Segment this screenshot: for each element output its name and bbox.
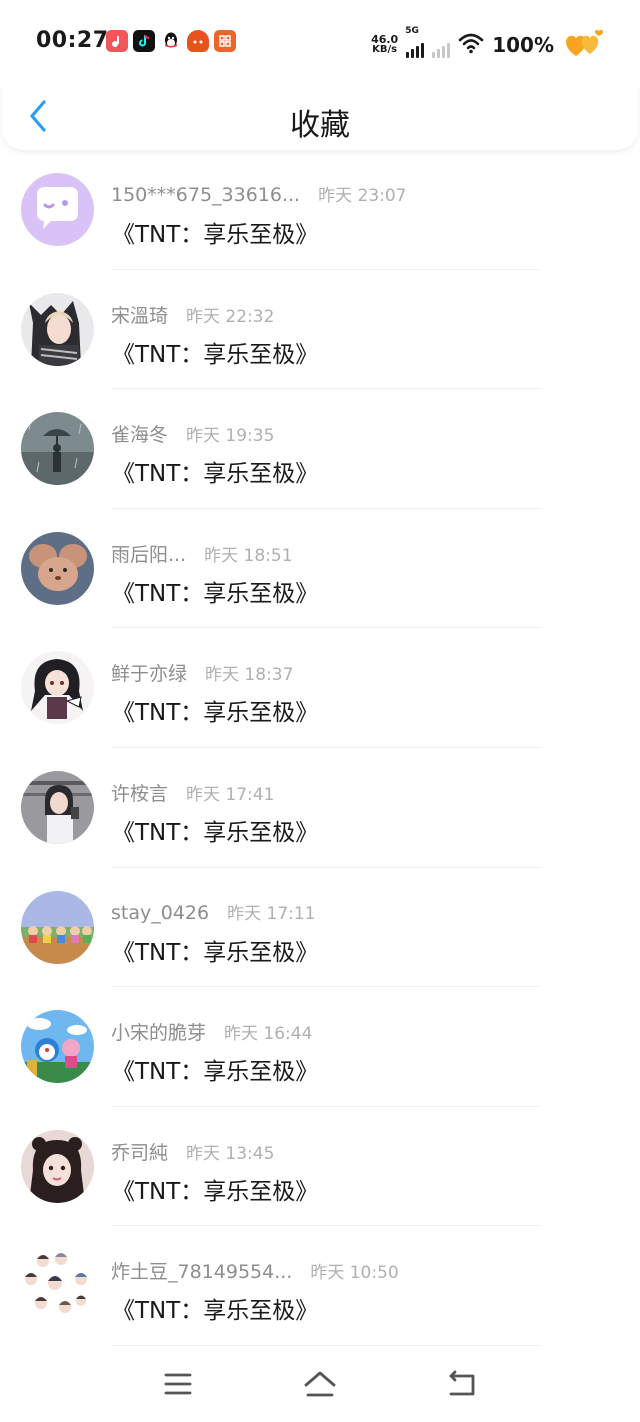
signal-secondary-icon (432, 40, 451, 58)
favorite-title: 《TNT：享乐至极》 (112, 819, 319, 846)
music-app-icon (106, 30, 128, 52)
calendar-app-icon (214, 30, 236, 52)
username: 许桉言 (111, 782, 169, 805)
qq-icon (160, 30, 182, 52)
timestamp: 昨天 17:41 (186, 784, 275, 805)
list-item[interactable]: 小宋的脆芽 昨天 16:44 《TNT：享乐至极》 (0, 987, 640, 1107)
avatar[interactable] (21, 651, 94, 725)
status-clock: 00:27 (36, 28, 109, 53)
favorite-title: 《TNT：享乐至极》 (112, 222, 319, 248)
timestamp: 昨天 17:11 (227, 903, 316, 924)
tiktok-icon (133, 30, 155, 52)
favorite-title: 《TNT：享乐至极》 (112, 939, 319, 966)
favorite-title: 《TNT：享乐至极》 (112, 1178, 319, 1205)
list-item[interactable]: 乔司純 昨天 13:45 《TNT：享乐至极》 (0, 1107, 640, 1227)
favorite-title: 《TNT：享乐至极》 (112, 461, 319, 488)
favorite-title: 《TNT：享乐至极》 (112, 700, 319, 727)
timestamp: 昨天 18:51 (204, 545, 293, 566)
favorite-title: 《TNT：享乐至极》 (112, 341, 319, 368)
list-item[interactable]: 雀海冬 昨天 19:35 《TNT：享乐至极》 (0, 389, 640, 509)
avatar[interactable] (21, 173, 94, 246)
game-icon (187, 30, 209, 52)
avatar[interactable] (21, 531, 94, 605)
avatar[interactable] (21, 770, 94, 844)
system-navigation-bar (0, 1350, 640, 1422)
menu-icon (164, 1373, 192, 1395)
back-nav-button[interactable] (442, 1364, 482, 1404)
timestamp: 昨天 13:45 (186, 1143, 275, 1164)
timestamp: 昨天 16:44 (224, 1024, 313, 1045)
favorite-title: 《TNT：享乐至极》 (112, 1059, 319, 1086)
status-indicators: 46.0 KB/s 5G 100% (371, 26, 606, 64)
avatar[interactable] (21, 890, 94, 964)
battery-level: 100% (492, 33, 554, 57)
page-title: 收藏 (290, 108, 350, 143)
avatar[interactable] (21, 292, 94, 366)
timestamp: 昨天 18:37 (205, 665, 294, 686)
network-speed: 46.0 KB/s (371, 34, 398, 55)
wifi-icon (458, 32, 484, 58)
avatar[interactable] (21, 1129, 94, 1203)
username: 鲜于亦绿 (111, 663, 188, 686)
username: 雀海冬 (111, 424, 169, 447)
notification-app-icons (106, 30, 236, 52)
back-icon (449, 1370, 475, 1396)
avatar[interactable] (21, 1010, 94, 1084)
timestamp: 昨天 23:07 (318, 186, 407, 206)
signal-strength-icon (406, 40, 425, 58)
username: 宋溫琦 (111, 304, 169, 327)
favorites-list: 150***675_33616... 昨天 23:07 《TNT：享乐至极》 宋溫… (0, 150, 640, 1346)
username: 150***675_33616... (111, 184, 301, 206)
list-item[interactable]: 宋溫琦 昨天 22:32 《TNT：享乐至极》 (0, 270, 640, 390)
divider (112, 1344, 540, 1346)
timestamp: 昨天 22:32 (186, 306, 275, 327)
avatar[interactable] (21, 1249, 94, 1323)
list-item[interactable]: 许桉言 昨天 17:41 《TNT：享乐至极》 (0, 748, 640, 868)
avatar[interactable] (21, 412, 94, 486)
username: 炸土豆_78149554... (111, 1261, 293, 1284)
username: 雨后阳... (111, 543, 187, 566)
status-bar: 00:27 46.0 KB/s 5G 100% (0, 0, 640, 84)
favorite-title: 《TNT：享乐至极》 (112, 1298, 319, 1325)
username: stay_0426 (111, 901, 210, 924)
home-button[interactable] (300, 1364, 340, 1404)
app-header: 收藏 (2, 84, 638, 150)
username: 小宋的脆芽 (111, 1022, 207, 1045)
battery-hearts-icon (562, 26, 606, 64)
timestamp: 昨天 10:50 (310, 1263, 399, 1284)
list-item[interactable]: 炸土豆_78149554... 昨天 10:50 《TNT：享乐至极》 (0, 1226, 640, 1346)
home-icon (304, 1371, 336, 1397)
list-item[interactable]: 鲜于亦绿 昨天 18:37 《TNT：享乐至极》 (0, 628, 640, 748)
network-speed-unit: KB/s (372, 44, 398, 55)
timestamp: 昨天 19:35 (186, 426, 275, 447)
list-item[interactable]: 150***675_33616... 昨天 23:07 《TNT：享乐至极》 (0, 150, 640, 270)
list-item[interactable]: stay_0426 昨天 17:11 《TNT：享乐至极》 (0, 868, 640, 988)
list-item[interactable]: 雨后阳... 昨天 18:51 《TNT：享乐至极》 (0, 509, 640, 629)
network-type-label: 5G (405, 26, 419, 36)
favorite-title: 《TNT：享乐至极》 (112, 580, 319, 607)
username: 乔司純 (111, 1141, 169, 1164)
menu-button[interactable] (158, 1364, 198, 1404)
signal-5g: 5G (405, 26, 425, 58)
